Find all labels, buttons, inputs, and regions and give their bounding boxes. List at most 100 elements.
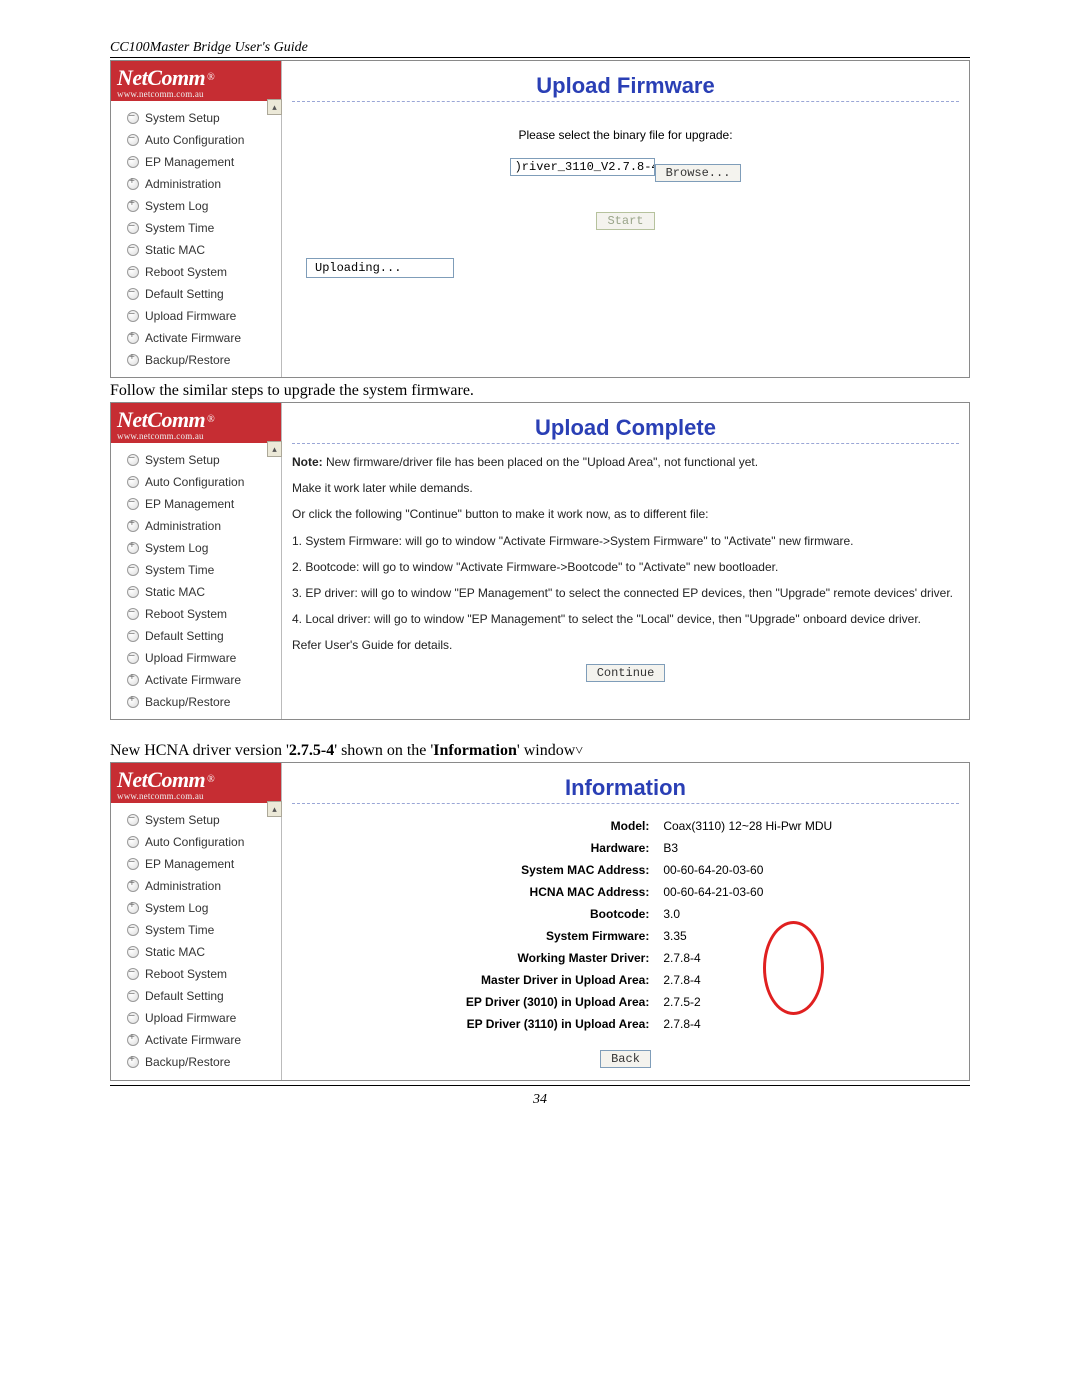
minus-icon: [127, 222, 139, 234]
sidebar-item[interactable]: Backup/Restore: [111, 691, 281, 713]
sidebar-item[interactable]: Upload Firmware: [111, 1007, 281, 1029]
info-key: HCNA MAC Address:: [368, 882, 656, 902]
info-value: Coax(3110) 12~28 Hi-Pwr MDU: [657, 816, 883, 836]
sidebar-item-label: System Setup: [145, 453, 220, 467]
sidebar-item[interactable]: Auto Configuration: [111, 471, 281, 493]
table-row: Bootcode:3.0: [368, 904, 884, 924]
sidebar-item[interactable]: System Time: [111, 559, 281, 581]
sidebar-item[interactable]: System Setup: [111, 449, 281, 471]
minus-icon: [127, 244, 139, 256]
panel-information: NetComm® www.netcomm.com.au ▴ System Set…: [110, 762, 970, 1081]
minus-icon: [127, 814, 139, 826]
scroll-up-icon[interactable]: ▴: [267, 99, 282, 115]
note-text: 2. Bootcode: will go to window "Activate…: [292, 559, 959, 575]
sidebar-item[interactable]: Backup/Restore: [111, 1051, 281, 1073]
sidebar-item[interactable]: Reboot System: [111, 963, 281, 985]
info-value: B3: [657, 838, 883, 858]
sidebar-item[interactable]: Static MAC: [111, 239, 281, 261]
sidebar-item[interactable]: Reboot System: [111, 603, 281, 625]
sidebar-item-label: EP Management: [145, 857, 234, 871]
sidebar-item[interactable]: Activate Firmware: [111, 669, 281, 691]
sidebar-item[interactable]: Default Setting: [111, 625, 281, 647]
sidebar-item-label: Static MAC: [145, 243, 205, 257]
info-value: 00-60-64-21-03-60: [657, 882, 883, 902]
sidebar-item[interactable]: Reboot System: [111, 261, 281, 283]
sidebar-item[interactable]: EP Management: [111, 151, 281, 173]
sidebar-item[interactable]: EP Management: [111, 853, 281, 875]
sidebar-item-label: Reboot System: [145, 265, 227, 279]
table-row: EP Driver (3010) in Upload Area:2.7.5-2: [368, 992, 884, 1012]
sidebar-item[interactable]: Administration: [111, 173, 281, 195]
info-value: 2.7.8-4: [657, 970, 883, 990]
sidebar-item-label: EP Management: [145, 155, 234, 169]
note-text: 3. EP driver: will go to window "EP Mana…: [292, 585, 959, 601]
info-key: Working Master Driver:: [368, 948, 656, 968]
upload-status: Uploading...: [306, 258, 454, 278]
minus-icon: [127, 858, 139, 870]
sidebar-item[interactable]: Default Setting: [111, 985, 281, 1007]
sidebar-item[interactable]: System Time: [111, 217, 281, 239]
sidebar-item[interactable]: Upload Firmware: [111, 647, 281, 669]
sidebar-item-label: Administration: [145, 879, 221, 893]
plus-icon: [127, 902, 139, 914]
table-row: System MAC Address:00-60-64-20-03-60: [368, 860, 884, 880]
page-title: Upload Complete: [292, 415, 959, 441]
sidebar-item[interactable]: Auto Configuration: [111, 129, 281, 151]
continue-button[interactable]: Continue: [586, 664, 666, 682]
scroll-up-icon[interactable]: ▴: [267, 441, 282, 457]
sidebar-item[interactable]: Static MAC: [111, 581, 281, 603]
sidebar-item-label: Backup/Restore: [145, 1055, 230, 1069]
chevron-down-icon: ˅: [575, 744, 583, 760]
info-key: Master Driver in Upload Area:: [368, 970, 656, 990]
sidebar-item-label: System Log: [145, 901, 208, 915]
sidebar-item[interactable]: Default Setting: [111, 283, 281, 305]
minus-icon: [127, 968, 139, 980]
upload-prompt: Please select the binary file for upgrad…: [292, 128, 959, 142]
minus-icon: [127, 112, 139, 124]
file-path-input[interactable]: )river_3110_V2.7.8-4_3: [510, 158, 655, 176]
start-button[interactable]: Start: [596, 212, 654, 230]
sidebar-item[interactable]: Static MAC: [111, 941, 281, 963]
sidebar-item[interactable]: System Log: [111, 195, 281, 217]
note-label: Note:: [292, 455, 323, 469]
minus-icon: [127, 476, 139, 488]
sidebar-item[interactable]: EP Management: [111, 493, 281, 515]
minus-icon: [127, 630, 139, 642]
page-number: 34: [110, 1092, 970, 1108]
sidebar-item[interactable]: Administration: [111, 875, 281, 897]
sidebar-item[interactable]: Backup/Restore: [111, 349, 281, 371]
sidebar-item-label: System Setup: [145, 111, 220, 125]
sidebar-item[interactable]: Auto Configuration: [111, 831, 281, 853]
note-text: 1. System Firmware: will go to window "A…: [292, 533, 959, 549]
info-value: 3.35: [657, 926, 883, 946]
brand-logo: NetComm® www.netcomm.com.au: [111, 61, 281, 101]
sidebar-item[interactable]: System Setup: [111, 809, 281, 831]
plus-icon: [127, 674, 139, 686]
sidebar-item-label: Default Setting: [145, 287, 224, 301]
sidebar-item[interactable]: Activate Firmware: [111, 327, 281, 349]
sidebar-item[interactable]: System Time: [111, 919, 281, 941]
sidebar-item[interactable]: System Log: [111, 897, 281, 919]
minus-icon: [127, 990, 139, 1002]
plus-icon: [127, 520, 139, 532]
info-value: 2.7.5-2: [657, 992, 883, 1012]
browse-button[interactable]: Browse...: [655, 164, 742, 182]
minus-icon: [127, 586, 139, 598]
sidebar-item-label: Upload Firmware: [145, 651, 236, 665]
info-value: 00-60-64-20-03-60: [657, 860, 883, 880]
sidebar-item[interactable]: Activate Firmware: [111, 1029, 281, 1051]
sidebar-item[interactable]: Administration: [111, 515, 281, 537]
info-value: 2.7.8-4: [657, 1014, 883, 1034]
sidebar-item[interactable]: System Log: [111, 537, 281, 559]
minus-icon: [127, 946, 139, 958]
sidebar-item[interactable]: Upload Firmware: [111, 305, 281, 327]
plus-icon: [127, 332, 139, 344]
scroll-up-icon[interactable]: ▴: [267, 801, 282, 817]
minus-icon: [127, 288, 139, 300]
sidebar-item-label: Activate Firmware: [145, 1033, 241, 1047]
info-key: System MAC Address:: [368, 860, 656, 880]
minus-icon: [127, 454, 139, 466]
table-row: Hardware:B3: [368, 838, 884, 858]
back-button[interactable]: Back: [600, 1050, 651, 1068]
sidebar-item[interactable]: System Setup: [111, 107, 281, 129]
